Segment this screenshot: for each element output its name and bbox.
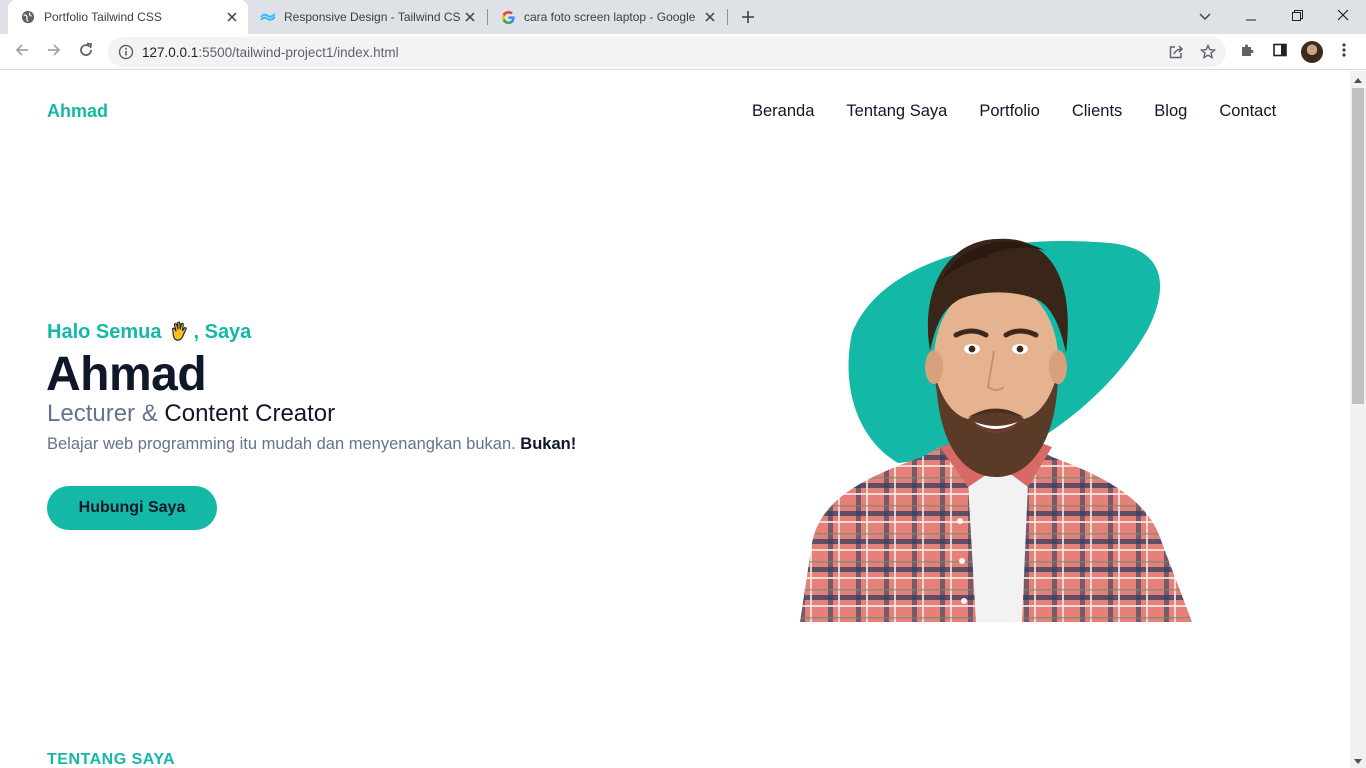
- description-emphasis: Bukan!: [520, 435, 577, 453]
- close-icon[interactable]: [700, 7, 720, 27]
- nav-contact[interactable]: Contact: [1219, 102, 1276, 121]
- scroll-thumb[interactable]: [1352, 88, 1364, 404]
- url-path: :5500/tailwind-project1/index.html: [198, 45, 399, 60]
- close-window-button[interactable]: [1320, 0, 1366, 34]
- extensions-button[interactable]: [1234, 38, 1262, 66]
- forward-button[interactable]: [40, 38, 68, 66]
- hero-portrait: [790, 221, 1200, 623]
- hero-name: Ahmad: [46, 348, 207, 401]
- hero-description: Belajar web programming itu mudah dan me…: [47, 435, 576, 454]
- scroll-up-button[interactable]: [1350, 71, 1366, 87]
- google-icon: [500, 9, 516, 25]
- back-button[interactable]: [8, 38, 36, 66]
- tab-separator: [727, 9, 728, 25]
- nav-clients[interactable]: Clients: [1072, 102, 1122, 121]
- tab-tailwind[interactable]: Responsive Design - Tailwind CSS: [248, 0, 486, 34]
- page-viewport: Ahmad Beranda Tentang Saya Portfolio Cli…: [0, 71, 1350, 768]
- restore-icon: [1291, 8, 1303, 26]
- arrow-right-icon: [46, 42, 62, 63]
- restore-button[interactable]: [1274, 0, 1320, 34]
- info-icon[interactable]: [118, 44, 134, 60]
- role-prefix: Lecturer &: [47, 400, 158, 427]
- waving-hand-icon: [167, 320, 191, 344]
- main-nav: Beranda Tentang Saya Portfolio Clients B…: [752, 102, 1276, 121]
- tab-google[interactable]: cara foto screen laptop - Google: [488, 0, 726, 34]
- contact-button[interactable]: Hubungi Saya: [47, 486, 217, 530]
- page-scrollbar[interactable]: [1350, 71, 1366, 768]
- tab-title: Responsive Design - Tailwind CSS: [284, 10, 460, 24]
- tab-strip: Portfolio Tailwind CSS Responsive Design…: [0, 0, 1366, 34]
- role-title: Content Creator: [164, 400, 336, 427]
- chevron-down-icon: [1199, 8, 1211, 26]
- more-vert-icon: [1342, 42, 1346, 63]
- tab-search-button[interactable]: [1182, 0, 1228, 34]
- url-host: 127.0.0.1: [142, 45, 199, 60]
- nav-blog[interactable]: Blog: [1154, 102, 1187, 121]
- caret-down-icon: [1354, 751, 1362, 768]
- tab-title: cara foto screen laptop - Google: [524, 10, 696, 24]
- close-icon[interactable]: [222, 7, 242, 27]
- section-about-label: TENTANG SAYA: [47, 751, 176, 768]
- reload-button[interactable]: [72, 38, 100, 66]
- minimize-icon: [1246, 8, 1256, 26]
- close-icon[interactable]: [460, 7, 480, 27]
- greeting-suffix: , Saya: [193, 320, 252, 343]
- star-icon[interactable]: [1198, 42, 1218, 62]
- profile-avatar[interactable]: [1301, 41, 1323, 63]
- puzzle-icon: [1240, 42, 1256, 63]
- new-tab-button[interactable]: [736, 5, 760, 29]
- url-text: 127.0.0.1:5500/tailwind-project1/index.h…: [142, 45, 399, 60]
- minimize-button[interactable]: [1228, 0, 1274, 34]
- side-panel-button[interactable]: [1266, 38, 1294, 66]
- hero-greeting: Halo Semua , Saya: [47, 320, 251, 344]
- menu-button[interactable]: [1330, 38, 1358, 66]
- arrow-left-icon: [14, 42, 30, 63]
- caret-up-icon: [1354, 70, 1362, 88]
- nav-beranda[interactable]: Beranda: [752, 102, 814, 121]
- address-bar[interactable]: 127.0.0.1:5500/tailwind-project1/index.h…: [108, 37, 1226, 67]
- brand-logo[interactable]: Ahmad: [47, 101, 108, 122]
- tab-portfolio[interactable]: Portfolio Tailwind CSS: [8, 0, 248, 34]
- reload-icon: [78, 42, 94, 63]
- tailwind-icon: [260, 9, 276, 25]
- close-icon: [1337, 8, 1349, 26]
- side-panel-icon: [1272, 42, 1288, 63]
- greeting-text: Halo Semua: [47, 320, 162, 343]
- globe-icon: [20, 9, 36, 25]
- nav-tentang-saya[interactable]: Tentang Saya: [846, 102, 947, 121]
- hero-role: Lecturer & Content Creator: [47, 400, 335, 428]
- browser-toolbar: 127.0.0.1:5500/tailwind-project1/index.h…: [0, 34, 1366, 70]
- nav-portfolio[interactable]: Portfolio: [979, 102, 1040, 121]
- tab-title: Portfolio Tailwind CSS: [44, 10, 162, 24]
- description-text: Belajar web programming itu mudah dan me…: [47, 435, 516, 453]
- scroll-down-button[interactable]: [1350, 752, 1366, 768]
- share-icon[interactable]: [1166, 42, 1186, 62]
